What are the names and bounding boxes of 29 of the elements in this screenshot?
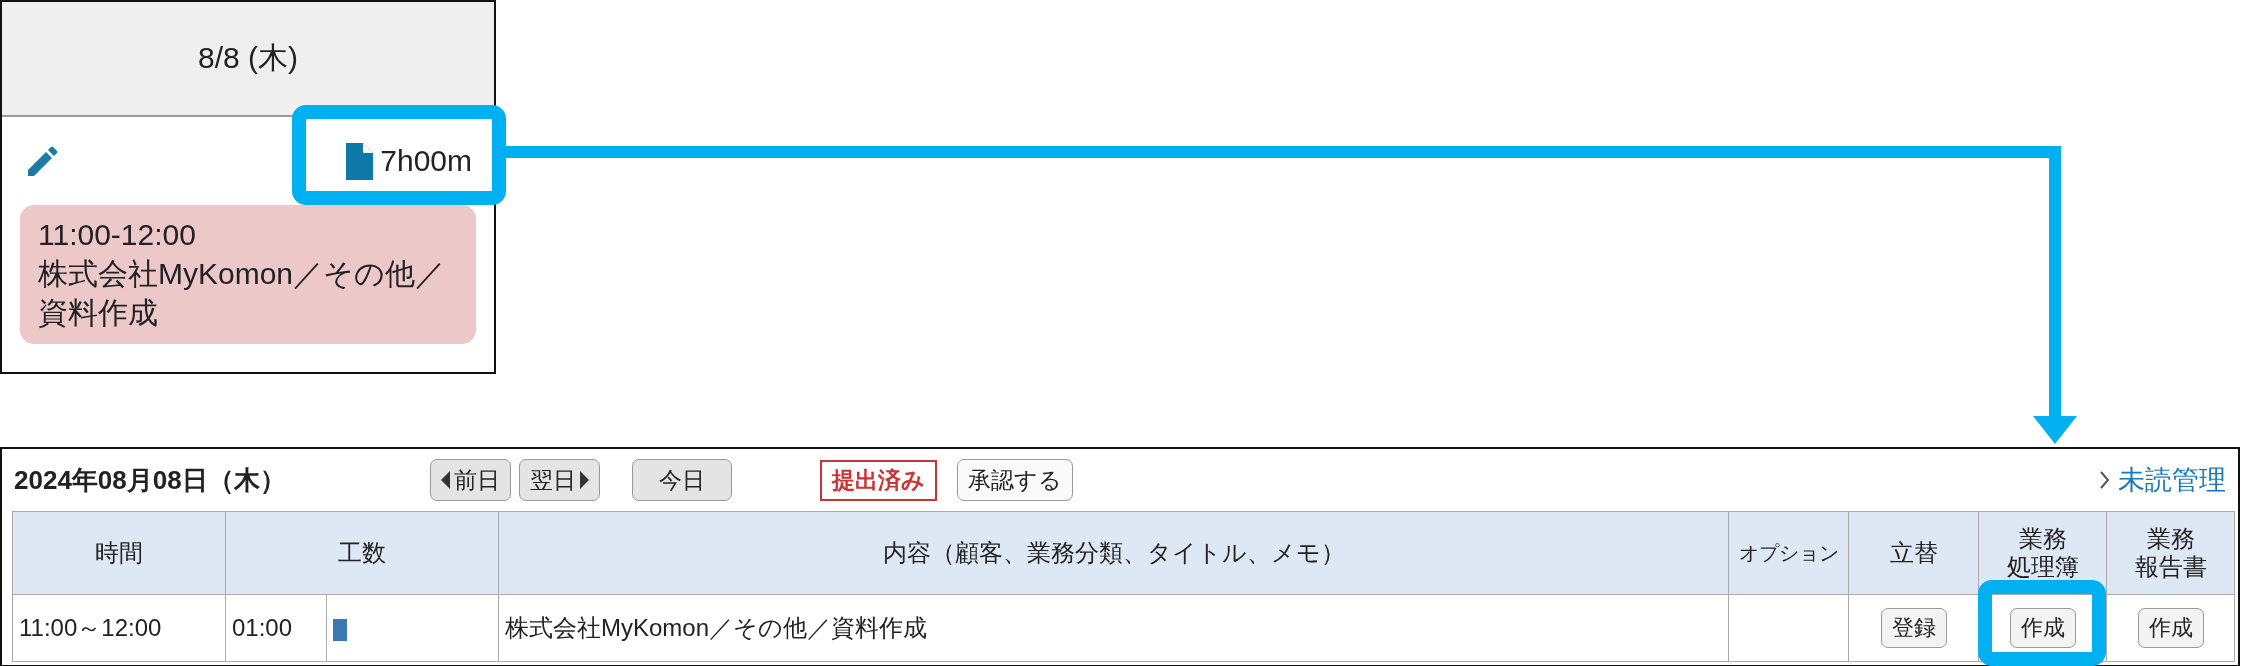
event-time: 11:00-12:00 — [38, 218, 196, 251]
pencil-icon[interactable] — [26, 144, 60, 178]
triangle-icon — [441, 471, 450, 489]
column-header: オプション — [1728, 511, 1849, 595]
column-header: 内容（顧客、業務分類、タイトル、メモ） — [498, 511, 1729, 595]
register-button[interactable]: 登録 — [1880, 608, 1947, 648]
chevron-icon — [2100, 471, 2110, 489]
table-cell: 01:00 — [225, 594, 327, 662]
event-title: 株式会社MyKomon／その他／資料作成 — [38, 257, 446, 329]
column-header: 時間 — [12, 511, 226, 595]
nav-button[interactable]: 翌日 — [519, 459, 600, 501]
nav-button[interactable]: 今日 — [632, 459, 732, 501]
table-cell: 11:00～12:00 — [12, 594, 226, 662]
approve-button[interactable]: 承認する — [957, 459, 1073, 501]
report-date: 2024年08月08日（木） — [14, 463, 287, 497]
status-badge: 提出済み — [820, 459, 937, 501]
create-button[interactable]: 作成 — [2137, 608, 2204, 648]
total-hours: 7h00m — [380, 144, 472, 178]
date-label: 8/8 (木) — [198, 40, 298, 76]
column-header: 業務報告書 — [2106, 511, 2235, 595]
create-button[interactable]: 作成 — [2009, 608, 2076, 648]
nav-button[interactable]: 前日 — [430, 459, 511, 501]
document-icon[interactable] — [345, 141, 375, 181]
unread-link[interactable]: 未読管理 — [2100, 462, 2226, 498]
event-card[interactable]: 11:00-12:00 株式会社MyKomon／その他／資料作成 — [20, 205, 476, 344]
table-cell: 株式会社MyKomon／その他／資料作成 — [498, 594, 1729, 662]
column-header: 工数 — [225, 511, 499, 595]
triangle-icon — [580, 471, 589, 489]
column-header: 立替 — [1848, 511, 1979, 595]
